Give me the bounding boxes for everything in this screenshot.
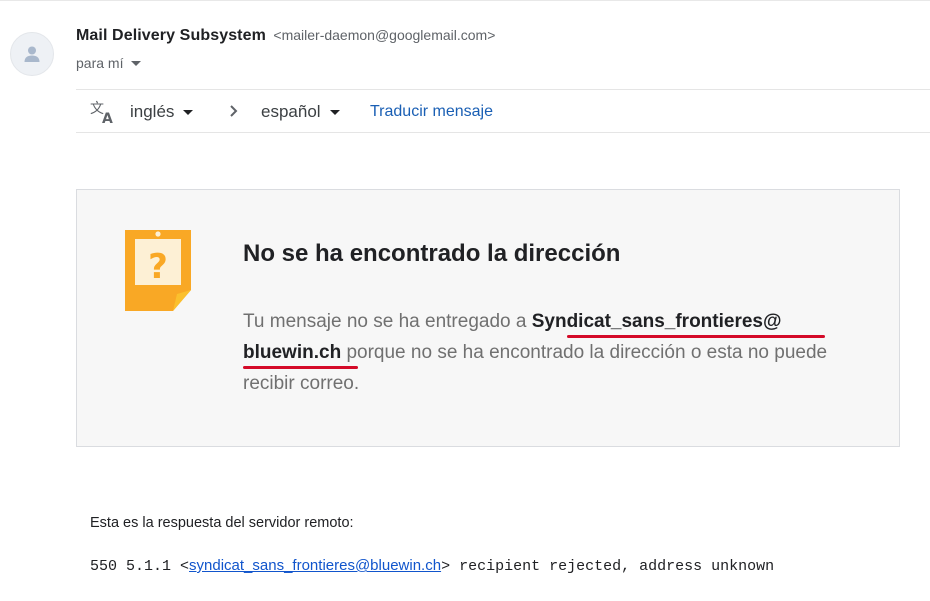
translate-icon: 文 A bbox=[90, 101, 113, 125]
source-language-label: inglés bbox=[130, 102, 175, 121]
sender-email: <mailer-daemon@googlemail.com> bbox=[273, 27, 496, 43]
target-language-label: español bbox=[261, 102, 321, 121]
recipient-label: para mí bbox=[76, 55, 124, 71]
chevron-down-icon bbox=[131, 60, 142, 66]
address-underline-annotation bbox=[567, 335, 825, 338]
svg-text:?: ? bbox=[148, 247, 168, 287]
translate-message-link[interactable]: Traducir mensaje bbox=[370, 103, 493, 121]
server-response-line: 550 5.1.1 <syndicat_sans_frontieres@blue… bbox=[90, 557, 774, 575]
target-language-select[interactable]: español bbox=[261, 102, 340, 122]
delivery-failure-card: ? No se ha encontrado la dirección Tu me… bbox=[76, 189, 900, 447]
source-language-select[interactable]: inglés bbox=[130, 102, 194, 122]
person-icon bbox=[24, 46, 40, 62]
recipient-address-part1: Syndicat_sans_frontieres@ bbox=[531, 311, 782, 332]
address-underline-annotation bbox=[243, 366, 358, 369]
top-divider bbox=[0, 0, 930, 1]
card-message: Tu mensaje no se ha entregado a Syndicat… bbox=[243, 306, 843, 399]
sender-avatar[interactable] bbox=[10, 32, 54, 76]
chevron-down-icon bbox=[183, 109, 194, 115]
translate-bar: 文 A inglés español Traducir mensaje bbox=[76, 89, 930, 133]
server-response-label: Esta es la respuesta del servidor remoto… bbox=[90, 515, 354, 531]
question-note-icon: ? bbox=[125, 230, 191, 311]
chevron-down-icon bbox=[329, 109, 340, 115]
svg-text:A: A bbox=[102, 111, 113, 125]
recipient-address-part2: bluewin.ch bbox=[243, 342, 342, 363]
response-message: > recipient rejected, address unknown bbox=[441, 558, 775, 575]
card-body-prefix: Tu mensaje no se ha entregado a bbox=[243, 311, 532, 332]
chevron-right-icon bbox=[230, 105, 238, 117]
sender-name[interactable]: Mail Delivery Subsystem bbox=[76, 27, 266, 44]
sender-line: Mail Delivery Subsystem <mailer-daemon@g… bbox=[76, 27, 495, 45]
rejected-email-link[interactable]: syndicat_sans_frontieres@bluewin.ch bbox=[189, 557, 441, 574]
recipient-dropdown[interactable]: para mí bbox=[76, 55, 142, 71]
response-code: 550 5.1.1 < bbox=[90, 558, 190, 575]
card-title: No se ha encontrado la dirección bbox=[243, 240, 621, 267]
